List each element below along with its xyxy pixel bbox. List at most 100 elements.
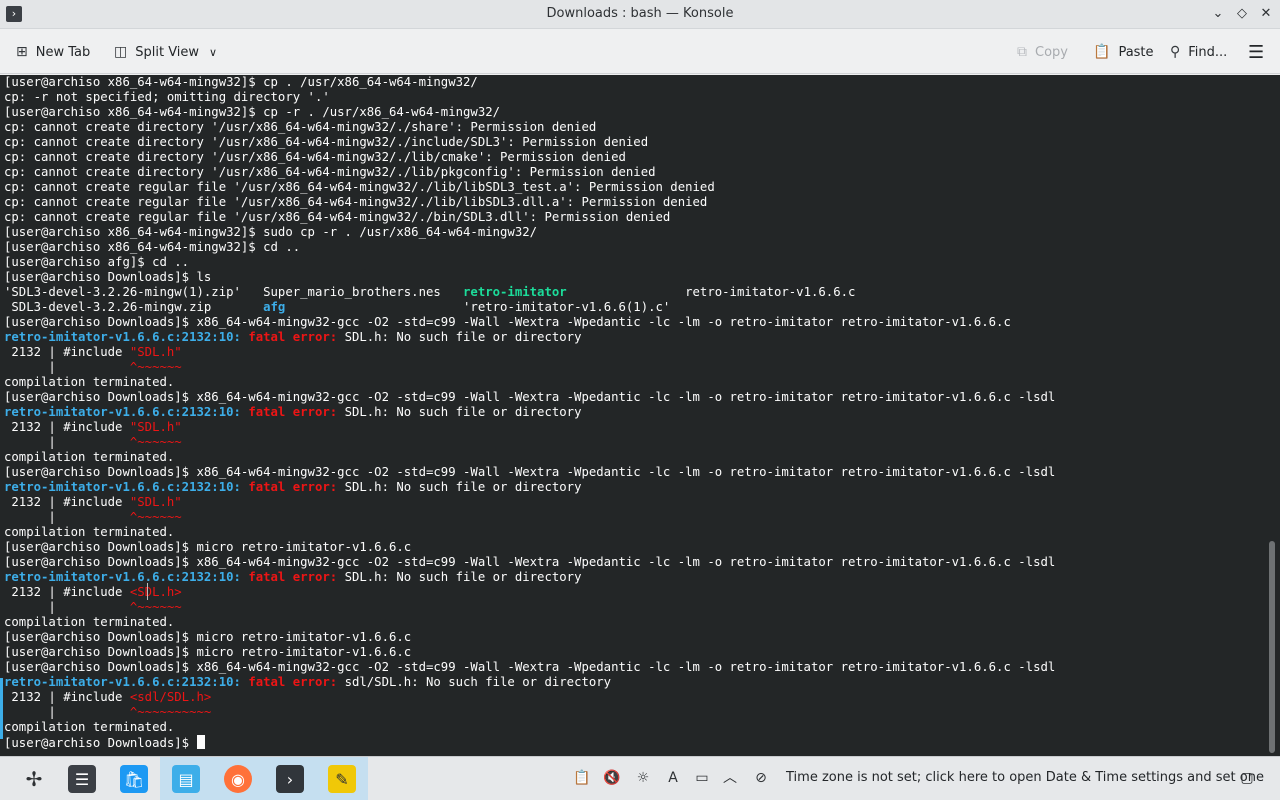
terminal-text-segment: cp: cannot create directory '/usr/x86_64…: [4, 135, 649, 149]
terminal-line: [user@archiso Downloads]$ x86_64-w64-min…: [4, 390, 1055, 405]
terminal-line: compilation terminated.: [4, 525, 1055, 540]
terminal-text-segment: afg: [263, 300, 286, 314]
hamburger-menu-icon[interactable]: ☰: [1248, 40, 1264, 64]
tray-expand-chevron-up-icon[interactable]: ︿: [721, 769, 739, 787]
display-icon[interactable]: ▭: [693, 769, 711, 787]
terminal-text-segment: SDL.h: No such file or directory: [344, 405, 582, 419]
terminal-text-segment: [user@archiso Downloads]$ micro retro-im…: [4, 630, 412, 644]
terminal-text-segment: retro-imitator-v1.6.6.c:2132:10:: [4, 405, 249, 419]
terminal-line: retro-imitator-v1.6.6.c:2132:10: fatal e…: [4, 405, 1055, 420]
terminal-line: [user@archiso Downloads]$ x86_64-w64-min…: [4, 315, 1055, 330]
window-titlebar: › Downloads : bash — Konsole ⌄ ◇ ✕: [0, 0, 1280, 29]
system-settings-icon: ☰: [68, 765, 96, 793]
terminal-line: | ^~~~~~~: [4, 435, 1055, 450]
terminal-text-segment: [user@archiso Downloads]$ x86_64-w64-min…: [4, 390, 1056, 404]
terminal-text-segment: [user@archiso x86_64-w64-mingw32]$ cp . …: [4, 75, 478, 89]
terminal-text-segment: ^~~~~~~: [129, 600, 182, 614]
paste-button[interactable]: 📋 Paste: [1093, 40, 1154, 64]
taskbar-kate[interactable]: ✎: [316, 757, 368, 800]
brightness-icon[interactable]: ☼: [634, 769, 652, 787]
chevron-down-icon[interactable]: ∨: [209, 46, 217, 59]
terminal-text-segment: [user@archiso Downloads]$ x86_64-w64-min…: [4, 465, 1056, 479]
taskbar-system-settings[interactable]: ☰: [56, 757, 108, 800]
terminal-text-segment: |: [4, 510, 130, 524]
terminal-text-segment: fatal error:: [248, 675, 345, 689]
terminal-line: [user@archiso afg]$ cd ..: [4, 255, 1055, 270]
discover-icon: 🛍: [120, 765, 148, 793]
terminal-text-segment: retro-imitator-v1.6.6.c:2132:10:: [4, 330, 249, 344]
paste-icon: 📋: [1093, 44, 1111, 60]
minimize-chevron-down-icon[interactable]: ⌄: [1209, 5, 1227, 23]
volume-muted-icon[interactable]: 🔇: [603, 769, 621, 787]
firefox-icon: ◉: [224, 765, 252, 793]
terminal-line: cp: cannot create directory '/usr/x86_64…: [4, 150, 1055, 165]
taskbar-launcher[interactable]: ✢: [8, 757, 60, 800]
terminal-text-segment: 2132 | #include: [4, 345, 130, 359]
terminal-line: cp: cannot create directory '/usr/x86_64…: [4, 120, 1055, 135]
terminal-line: cp: -r not specified; omitting directory…: [4, 90, 1055, 105]
terminal-view[interactable]: [user@archiso x86_64-w64-mingw32]$ cp . …: [0, 75, 1280, 756]
terminal-text-segment: cp: cannot create directory '/usr/x86_64…: [4, 120, 597, 134]
terminal-text-segment: SDL.h: No such file or directory: [344, 330, 582, 344]
split-view-icon: ◫: [114, 44, 128, 60]
split-view-button[interactable]: ◫ Split View ∨: [114, 40, 217, 64]
terminal-text-segment: SDL3-devel-3.2.26-mingw.zip: [4, 300, 264, 314]
terminal-line: [user@archiso Downloads]$ ls: [4, 270, 1055, 285]
terminal-text-segment: sdl/SDL.h: No such file or directory: [344, 675, 612, 689]
terminal-line: retro-imitator-v1.6.6.c:2132:10: fatal e…: [4, 675, 1055, 690]
terminal-line: [user@archiso Downloads]$ x86_64-w64-min…: [4, 465, 1055, 480]
terminal-text-segment: |: [4, 435, 130, 449]
terminal-text-segment: fatal error:: [248, 480, 345, 494]
terminal-text-segment: [user@archiso x86_64-w64-mingw32]$ sudo …: [4, 225, 538, 239]
terminal-text-segment: "SDL.h": [129, 495, 182, 509]
terminal-text-segment: [user@archiso x86_64-w64-mingw32]$ cp -r…: [4, 105, 501, 119]
new-tab-label: New Tab: [35, 44, 91, 60]
timezone-warning-text[interactable]: Time zone is not set; click here to open…: [786, 770, 1264, 785]
find-button[interactable]: ⚲ Find...: [1170, 40, 1227, 64]
terminal-line: 'SDL3-devel-3.2.26-mingw(1).zip' Super_m…: [4, 285, 1055, 300]
terminal-text-segment: [user@archiso afg]$ cd ..: [4, 255, 190, 269]
clock-warning-icon[interactable]: ⊘: [752, 769, 770, 787]
new-tab-button[interactable]: ⊞ New Tab: [16, 40, 90, 64]
terminal-text-segment: "SDL.h": [129, 345, 182, 359]
show-desktop-icon[interactable]: ▢: [1238, 769, 1256, 787]
clipboard-icon[interactable]: 📋: [573, 769, 591, 787]
terminal-text-segment: |: [4, 360, 130, 374]
terminal-line: compilation terminated.: [4, 615, 1055, 630]
terminal-text-segment: [user@archiso Downloads]$ x86_64-w64-min…: [4, 660, 1056, 674]
search-icon: ⚲: [1170, 44, 1181, 60]
terminal-text-segment: cp: -r not specified; omitting directory…: [4, 90, 330, 104]
close-icon[interactable]: ✕: [1257, 5, 1275, 23]
terminal-text-segment: ^~~~~~~: [129, 435, 182, 449]
terminal-text-segment: 2132 | #include: [4, 495, 130, 509]
terminal-text-segment: [user@archiso Downloads]$ micro retro-im…: [4, 540, 412, 554]
toolbar: ⊞ New Tab ◫ Split View ∨ ⧉ Copy 📋 Paste …: [0, 29, 1280, 74]
copy-button[interactable]: ⧉ Copy: [1017, 40, 1068, 64]
taskbar-discover[interactable]: 🛍: [108, 757, 160, 800]
terminal-line: [user@archiso Downloads]$ micro retro-im…: [4, 540, 1055, 555]
terminal-text-segment: ^~~~~~~~~~~: [129, 705, 212, 719]
file-manager-icon: ▤: [172, 765, 200, 793]
taskbar-file-manager[interactable]: ▤: [160, 757, 212, 800]
copy-label: Copy: [1035, 44, 1068, 60]
terminal-text-segment: SDL.h: No such file or directory: [344, 480, 582, 494]
konsole-icon: ›: [276, 765, 304, 793]
terminal-line: 2132 | #include "SDL.h": [4, 495, 1055, 510]
input-method-icon[interactable]: A: [664, 769, 682, 787]
terminal-line: 2132 | #include "SDL.h": [4, 420, 1055, 435]
terminal-text-segment: <sdl/SDL.h>: [129, 690, 212, 704]
taskbar-konsole[interactable]: ›: [264, 757, 316, 800]
terminal-text-segment: 2132 | #include: [4, 585, 130, 599]
selection-marker: [0, 678, 3, 739]
taskbar-firefox[interactable]: ◉: [212, 757, 264, 800]
terminal-text-segment: compilation terminated.: [4, 615, 175, 629]
terminal-text-segment: cp: cannot create directory '/usr/x86_64…: [4, 150, 626, 164]
terminal-line: [user@archiso Downloads]$ x86_64-w64-min…: [4, 660, 1055, 675]
scrollbar-thumb[interactable]: [1269, 541, 1275, 753]
terminal-line: retro-imitator-v1.6.6.c:2132:10: fatal e…: [4, 330, 1055, 345]
terminal-text-segment: [user@archiso x86_64-w64-mingw32]$ cd ..: [4, 240, 301, 254]
find-label: Find...: [1188, 44, 1228, 60]
maximize-diamond-icon[interactable]: ◇: [1233, 5, 1251, 23]
terminal-text-segment: |: [4, 600, 130, 614]
terminal-line: | ^~~~~~~: [4, 360, 1055, 375]
